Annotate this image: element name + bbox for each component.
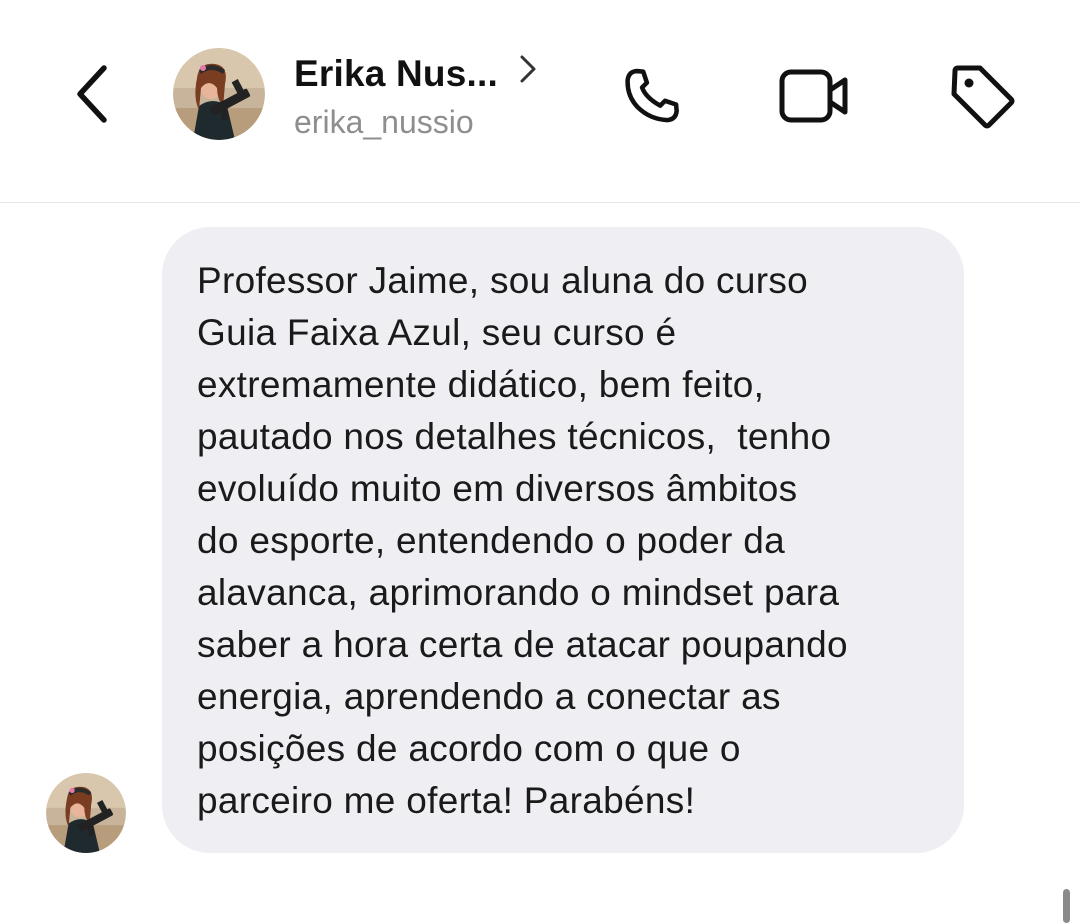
scrollbar-thumb[interactable] <box>1063 889 1070 923</box>
chevron-right-icon <box>518 53 538 85</box>
message-line: Guia Faixa Azul, seu curso é <box>197 312 677 353</box>
phone-icon <box>625 68 679 123</box>
message-line: parceiro me oferta! Parabéns! <box>197 780 696 821</box>
contact-username: erika_nussio <box>294 104 474 140</box>
tag-icon <box>951 65 1015 129</box>
back-chevron-icon <box>77 65 107 123</box>
message-line: extremamente didático, bem feito, <box>197 364 765 405</box>
message-line: pautado nos detalhes técnicos, tenho <box>197 416 832 457</box>
contact-info[interactable]: Erika Nus... erika_nussio <box>294 50 594 141</box>
message-line: Professor Jaime, sou aluna do curso <box>197 260 809 301</box>
received-message-bubble[interactable]: Professor Jaime, sou aluna do curso Guia… <box>162 227 964 853</box>
video-camera-icon <box>779 69 848 123</box>
contact-avatar[interactable] <box>173 48 265 140</box>
chat-header: Erika Nus... erika_nussio <box>0 0 1080 203</box>
message-line: saber a hora certa de atacar poupando <box>197 624 848 665</box>
phone-call-button[interactable] <box>614 58 690 134</box>
sender-avatar[interactable] <box>46 773 126 853</box>
message-line: energia, aprendendo a conectar as <box>197 676 781 717</box>
message-line: evoluído muito em diversos âmbitos <box>197 468 798 509</box>
tag-button[interactable] <box>944 58 1020 134</box>
message-line: alavanca, aprimorando o mindset para <box>197 572 840 613</box>
video-call-button[interactable] <box>776 58 852 134</box>
message-line: do esporte, entendendo o poder da <box>197 520 785 561</box>
message-line: posições de acordo com o que o <box>197 728 741 769</box>
contact-name: Erika Nus... <box>294 53 498 94</box>
back-button[interactable] <box>64 62 120 126</box>
